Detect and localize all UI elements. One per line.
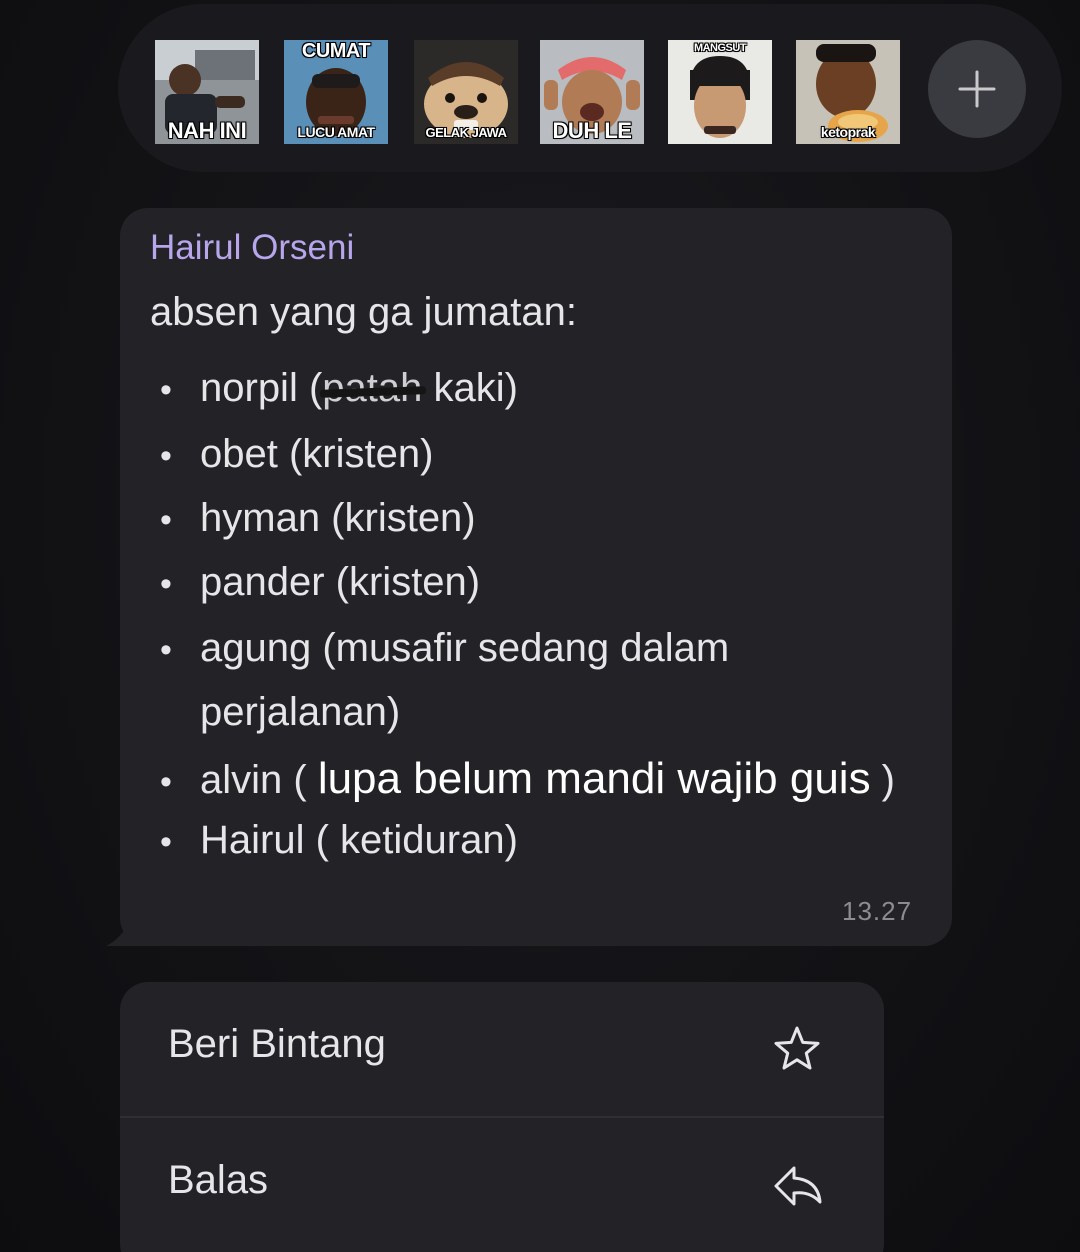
list-item-text-end: ): [870, 758, 895, 802]
bullet: •: [160, 437, 172, 475]
message-timestamp: 13.27: [842, 896, 913, 926]
sticker-caption-top: CUMAT: [301, 40, 371, 62]
list-item-text: agung (musafir sedang dalam: [200, 626, 730, 670]
star-outline-icon: [774, 1026, 820, 1070]
sticker-caption: DUH LE: [552, 118, 632, 143]
list-item: • hyman (kristen): [160, 496, 476, 541]
sticker-cumat[interactable]: CUMAT LUCU AMAT: [284, 40, 388, 144]
menu-item-label: Beri Bintang: [168, 1022, 386, 1066]
list-item-text-end: kaki): [422, 366, 518, 410]
edited-overlay-text: lupa belum mandi wajib guis: [317, 754, 871, 803]
list-item: • obet (kristen): [160, 432, 433, 477]
list-item: • pander (kristen): [160, 560, 480, 605]
list-item: • Hairul ( ketiduran): [160, 818, 518, 863]
sticker-caption: LUCU AMAT: [297, 124, 375, 140]
menu-item-reply[interactable]: Balas: [120, 1118, 884, 1252]
add-reaction-button[interactable]: [928, 40, 1026, 138]
sticker-mangsut-image: [668, 40, 772, 144]
sticker-gelak-jawa[interactable]: GELAK JAWA: [414, 40, 518, 144]
list-item-continuation: perjalanan): [200, 690, 401, 734]
list-item: • norpil (patah kaki): [160, 366, 518, 411]
message-intro: absen yang ga jumatan:: [150, 290, 577, 334]
sticker-duh-le[interactable]: DUH LE: [540, 40, 644, 144]
list-item: • alvin ( lupa belum mandi wajib guis ): [160, 754, 895, 804]
bullet: •: [160, 371, 172, 409]
chat-screen: NAH INI CUMAT LUCU AMAT GELAK JAWA DUH L…: [0, 0, 1080, 1252]
sticker-ketoprak[interactable]: ketoprak: [796, 40, 900, 144]
list-item-text: obet (kristen): [200, 432, 434, 476]
sticker-mangsut[interactable]: MANGSUT: [668, 40, 772, 144]
sticker-nah-ini[interactable]: NAH INI: [155, 40, 259, 144]
reply-icon: [774, 1166, 822, 1206]
scribbled-word: patah: [320, 366, 427, 411]
bullet: •: [160, 763, 172, 801]
bullet: •: [160, 565, 172, 603]
list-item: • agung (musafir sedang dalam: [160, 626, 729, 671]
list-item-text: alvin (: [200, 758, 318, 802]
bullet: •: [160, 823, 172, 861]
list-item-text: hyman (kristen): [200, 496, 476, 540]
bullet: •: [160, 631, 172, 669]
context-menu: Beri Bintang Balas: [120, 982, 884, 1252]
menu-item-star[interactable]: Beri Bintang: [120, 982, 884, 1116]
sticker-caption-top: MANGSUT: [693, 42, 747, 54]
plus-icon: [958, 70, 996, 108]
list-item-text: pander (kristen): [200, 560, 481, 604]
sticker-caption: ketoprak: [820, 124, 876, 140]
menu-item-label: Balas: [168, 1158, 269, 1202]
sender-name[interactable]: Hairul Orseni: [150, 228, 354, 268]
sticker-caption: GELAK JAWA: [425, 125, 507, 140]
list-item-text: Hairul ( ketiduran): [200, 818, 518, 862]
list-item-text: norpil (: [200, 366, 323, 410]
bullet: •: [160, 501, 172, 539]
sticker-caption: NAH INI: [167, 118, 247, 143]
